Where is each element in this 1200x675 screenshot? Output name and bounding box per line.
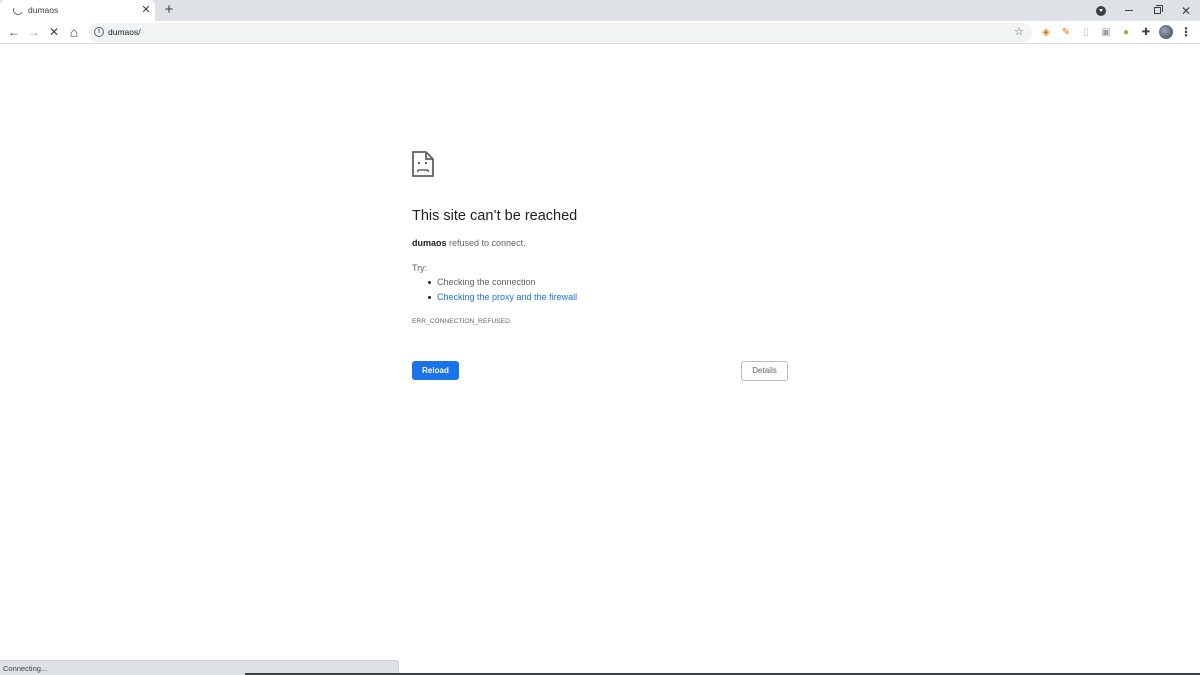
new-tab-button[interactable]: + [161, 1, 177, 19]
ext-grey-icon[interactable]: ▣ [1100, 26, 1112, 38]
tab-search-button[interactable] [1092, 0, 1110, 21]
tab-title: dumaos [28, 5, 59, 15]
bookmark-star-icon[interactable]: ☆ [1014, 25, 1024, 38]
tab-dumaos[interactable]: dumaos ✕ [0, 0, 155, 21]
ext-diamond-icon[interactable]: ◈ [1040, 26, 1052, 38]
suggestion-check-proxy-firewall[interactable]: Checking the proxy and the firewall [428, 292, 577, 307]
back-button[interactable]: ← [5, 23, 23, 41]
site-info-icon[interactable]: i [94, 27, 104, 37]
ext-page-icon[interactable]: ▯ [1080, 26, 1092, 38]
sad-document-icon [412, 151, 434, 177]
suggestion-list: Checking the connection Checking the pro… [428, 277, 577, 307]
tab-strip: dumaos ✕ + ✕ [0, 0, 1200, 21]
reload-button[interactable]: Reload [412, 361, 459, 380]
address-bar[interactable]: i dumaos/ ☆ [88, 23, 1032, 42]
suggestion-check-connection: Checking the connection [428, 277, 577, 292]
profile-avatar[interactable] [1159, 25, 1173, 39]
ext-coin-icon[interactable]: ● [1120, 26, 1132, 38]
forward-button[interactable]: → [25, 23, 43, 41]
error-message: dumaos refused to connect. [412, 238, 526, 248]
browser-toolbar: ← → ✕ ⌂ i dumaos/ ☆ ◈ ✎ ▯ ▣ ● ✚ ⋮ [0, 21, 1200, 44]
error-code: ERR_CONNECTION_REFUSED [412, 318, 510, 325]
try-label: Try: [412, 263, 428, 273]
ext-wrench-icon[interactable]: ✎ [1060, 26, 1072, 38]
home-button[interactable]: ⌂ [65, 23, 83, 41]
error-message-suffix: refused to connect. [446, 238, 526, 248]
restore-icon [1153, 5, 1163, 14]
chevron-down-circle-icon [1096, 5, 1106, 16]
error-host: dumaos [412, 238, 447, 248]
extensions-puzzle-icon[interactable]: ✚ [1140, 26, 1152, 38]
loading-spinner-icon [11, 3, 25, 17]
url-text[interactable]: dumaos/ [108, 27, 141, 37]
restore-button[interactable] [1148, 0, 1166, 21]
menu-kebab-icon[interactable]: ⋮ [1180, 25, 1192, 39]
stop-button[interactable]: ✕ [45, 23, 63, 41]
details-button[interactable]: Details [741, 361, 788, 381]
status-text: Connecting... [3, 664, 48, 673]
minimize-button[interactable] [1120, 0, 1138, 21]
close-window-button[interactable]: ✕ [1177, 0, 1195, 21]
error-title: This site can’t be reached [412, 208, 578, 224]
tab-close-icon[interactable]: ✕ [139, 3, 153, 17]
